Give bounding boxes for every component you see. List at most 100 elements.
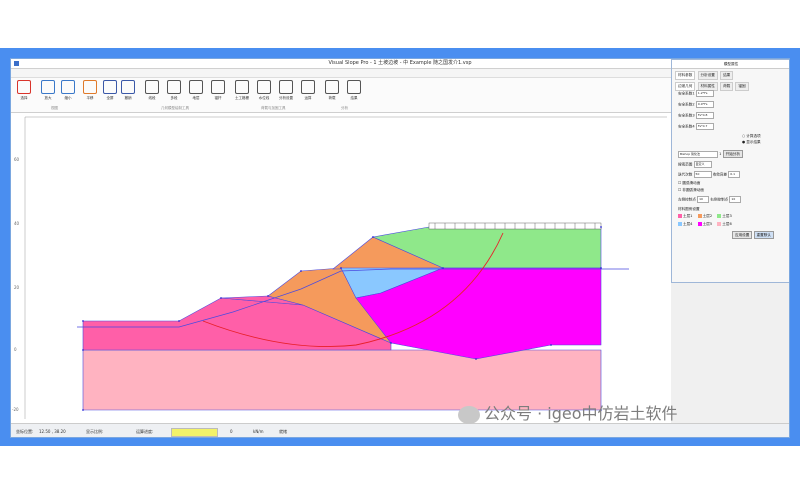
- toolbar-run-button[interactable]: 运算: [299, 80, 317, 104]
- line-icon: [145, 80, 159, 94]
- search-row: 搜索范围 自定义: [678, 161, 712, 168]
- toolbar-undo-button[interactable]: 撤销: [119, 80, 137, 104]
- toolbar-label: 平移: [86, 96, 94, 100]
- toolbar-pointer-button[interactable]: 选择: [15, 80, 33, 104]
- progress-label: 运算进度:: [136, 429, 154, 434]
- toolbar-waterline-button[interactable]: 水位线: [255, 80, 273, 104]
- anchor-icon: [211, 80, 225, 94]
- search-input[interactable]: 自定义: [693, 161, 712, 168]
- opt-row-a[interactable]: ☐ 圆弧滑动面: [678, 181, 700, 186]
- method-select[interactable]: Bishop 简化法: [678, 150, 718, 158]
- panel-subtab-load[interactable]: 荷载: [720, 82, 734, 91]
- coord-label: 坐标位置:: [16, 429, 34, 434]
- legend-swatch[interactable]: [697, 222, 702, 226]
- toolbar-zoom-out-button[interactable]: 缩小: [59, 80, 77, 104]
- legend-label: 土层3: [722, 214, 732, 218]
- toolbar-line-button[interactable]: 线段: [143, 80, 161, 104]
- legend-swatch[interactable]: [717, 214, 722, 218]
- field-label: 安全系数4: [678, 124, 695, 129]
- result-icon: [347, 80, 361, 94]
- toolbar-label: 荷载: [328, 96, 336, 100]
- toolbar-settings-button[interactable]: 分析设置: [277, 80, 295, 104]
- unit-label: kN/m: [253, 429, 264, 434]
- properties-panel: 模型属性 材料参数 分析设置 结果 边坡几何 材料属性 荷载 锚固 安全系数1 …: [671, 59, 789, 283]
- ribbon-group-analysis: 分析: [341, 106, 348, 110]
- slope-model-svg: 60 40 20 0 -20: [12, 116, 667, 419]
- toolbar-label: 多段: [170, 96, 178, 100]
- coord-value: 12.50 , 38.20: [39, 429, 66, 434]
- legend-label: 土层1: [683, 214, 693, 218]
- right-input[interactable]: 10: [729, 196, 742, 203]
- legend-label: 土层6: [722, 222, 732, 226]
- panel-tab-material[interactable]: 材料参数: [675, 71, 696, 80]
- panel-subtab-anchor[interactable]: 锚固: [735, 82, 749, 91]
- field-row-3: 安全系数3 Fs*0.8: [678, 112, 714, 119]
- progress-value: 0: [230, 429, 233, 434]
- tol-input[interactable]: 0.1: [728, 171, 741, 178]
- toolbar-pan-button[interactable]: 平移: [81, 80, 99, 104]
- application-window: Visual Slope Pro - 1 土坡边坡 - 中 Example 随之…: [10, 58, 790, 438]
- panel-tab-result[interactable]: 结果: [720, 71, 734, 80]
- mode-label: 就绪: [279, 429, 287, 434]
- field-input[interactable]: Fs*0.8: [695, 112, 714, 119]
- ribbon-group-load: 荷载与加固工具: [261, 106, 286, 110]
- legend-swatch[interactable]: [717, 222, 722, 226]
- run-icon: [301, 80, 315, 94]
- field-input[interactable]: Fs*0.7: [695, 123, 714, 130]
- toolbar-zoom-in-button[interactable]: 放大: [39, 80, 57, 104]
- reset-button[interactable]: 重置默认: [753, 231, 774, 239]
- field-row-4: 安全系数4 Fs*0.7: [678, 123, 714, 130]
- ribbon-group-geometry: 几何模型绘制工具: [161, 106, 189, 110]
- toolbar-label: 放大: [44, 96, 52, 100]
- toolbar-load-button[interactable]: 荷载: [323, 80, 341, 104]
- panel-tab-analysis[interactable]: 分析设置: [697, 71, 718, 80]
- wechat-icon: [458, 405, 480, 424]
- left-label: 左侧控制点: [678, 197, 696, 202]
- settings-icon: [279, 80, 293, 94]
- panel-tabs: 材料参数 分析设置 结果: [672, 69, 789, 82]
- undo-icon: [121, 80, 135, 94]
- legend-swatch[interactable]: [678, 222, 682, 226]
- opt-row-b[interactable]: ☐ 非圆弧滑动面: [678, 188, 704, 193]
- check-row-a[interactable]: ○ 计算选项: [742, 134, 761, 139]
- pan-icon: [83, 80, 97, 94]
- compute-button[interactable]: 开始分析: [722, 150, 743, 158]
- toolbar-geogrid-button[interactable]: 土工格栅: [233, 80, 251, 104]
- legend-row-1: 土层1 土层2 土层3: [678, 214, 732, 219]
- toolbar-result-button[interactable]: 结果: [345, 80, 363, 104]
- field-input[interactable]: 1.2*Fs: [695, 90, 714, 97]
- watermark-text: 公众号 · igeo中仿岩土软件: [484, 404, 678, 423]
- field-row-2: 安全系数2 0.9*Fs: [678, 101, 714, 108]
- check-row-b[interactable]: ● 显示结果: [742, 140, 761, 145]
- watermark: 公众号 · igeo中仿岩土软件: [458, 400, 678, 424]
- toolbar-label: 撤销: [124, 96, 132, 100]
- toolbar-fit-button[interactable]: 全屏: [101, 80, 119, 104]
- y-tick-20: 20: [14, 285, 20, 290]
- y-tick-40: 40: [14, 221, 20, 226]
- toolbar-label: 线段: [148, 96, 156, 100]
- toolbar-anchor-button[interactable]: 锚杆: [209, 80, 227, 104]
- field-row-1: 安全系数1 1.2*Fs: [678, 90, 714, 97]
- ribbon-toolbar: 视图 几何模型绘制工具 荷载与加固工具 分析 选择 放大 缩小 平移 全屏 撤销 线段 多段 地…: [11, 78, 671, 113]
- check-label: 显示结果: [746, 140, 761, 144]
- field-input[interactable]: 0.9*Fs: [695, 101, 714, 108]
- model-canvas[interactable]: 60 40 20 0 -20: [11, 113, 671, 423]
- toolbar-layer-button[interactable]: 地层: [187, 80, 205, 104]
- opt-label: 非圆弧滑动面: [682, 188, 704, 192]
- zoom-out-icon: [61, 80, 75, 94]
- load-icon: [325, 80, 339, 94]
- toolbar-polyline-button[interactable]: 多段: [165, 80, 183, 104]
- iter-input[interactable]: 50: [693, 171, 712, 178]
- search-label: 搜索范围: [678, 162, 693, 167]
- field-label: 安全系数2: [678, 102, 695, 107]
- legend-label: 土层2: [702, 214, 713, 218]
- legend-swatch[interactable]: [697, 214, 702, 218]
- zoom-in-icon: [41, 80, 55, 94]
- left-input[interactable]: 10: [697, 196, 710, 203]
- iter-row: 迭代次数 50 收敛容差 0.1: [678, 171, 741, 178]
- legend-swatch[interactable]: [678, 214, 682, 218]
- toolbar-label: 缩小: [64, 96, 72, 100]
- field-label: 安全系数3: [678, 113, 695, 118]
- check-label: 计算选项: [746, 134, 761, 138]
- apply-button[interactable]: 应用设置: [732, 231, 753, 239]
